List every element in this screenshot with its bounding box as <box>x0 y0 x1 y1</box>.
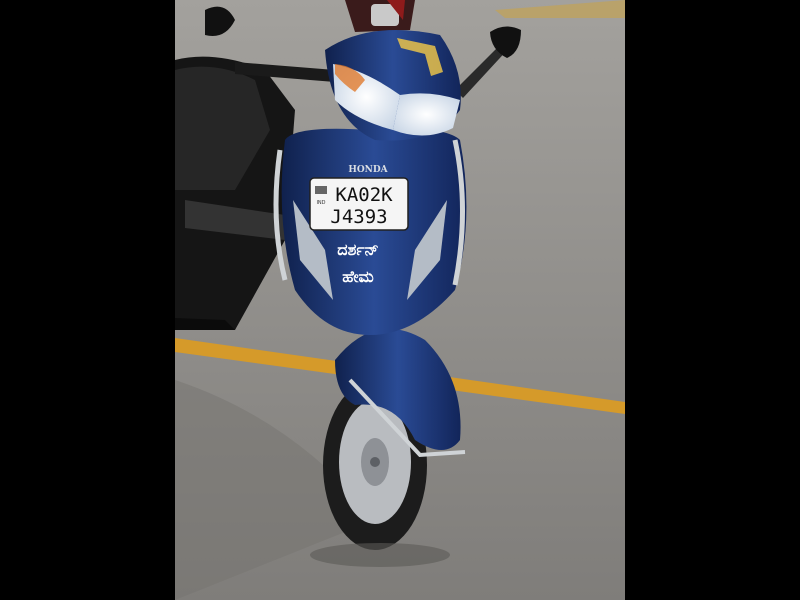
left-letterbox <box>0 0 175 600</box>
plate-line-1: KA02K <box>335 184 393 206</box>
sticker-line-2: ಹೇಮ <box>342 267 374 286</box>
scooter-photo: HONDA IND KA02K J4393 ದರ್ಶನ್ ಹೇಮ <box>175 0 625 600</box>
brand-badge: HONDA <box>348 165 388 175</box>
plate-country: IND <box>316 200 325 206</box>
right-letterbox <box>625 0 800 600</box>
plate-line-2: J4393 <box>330 206 387 228</box>
headlamp-right <box>393 93 460 136</box>
sticker-line-1: ದರ್ಶನ್ <box>337 240 378 259</box>
number-plate: IND KA02K J4393 <box>309 177 409 231</box>
photo: HONDA IND KA02K J4393 ದರ್ಶನ್ ಹೇಮ <box>175 0 625 600</box>
background-bike <box>345 0 415 32</box>
scooter-shadow <box>310 543 450 567</box>
